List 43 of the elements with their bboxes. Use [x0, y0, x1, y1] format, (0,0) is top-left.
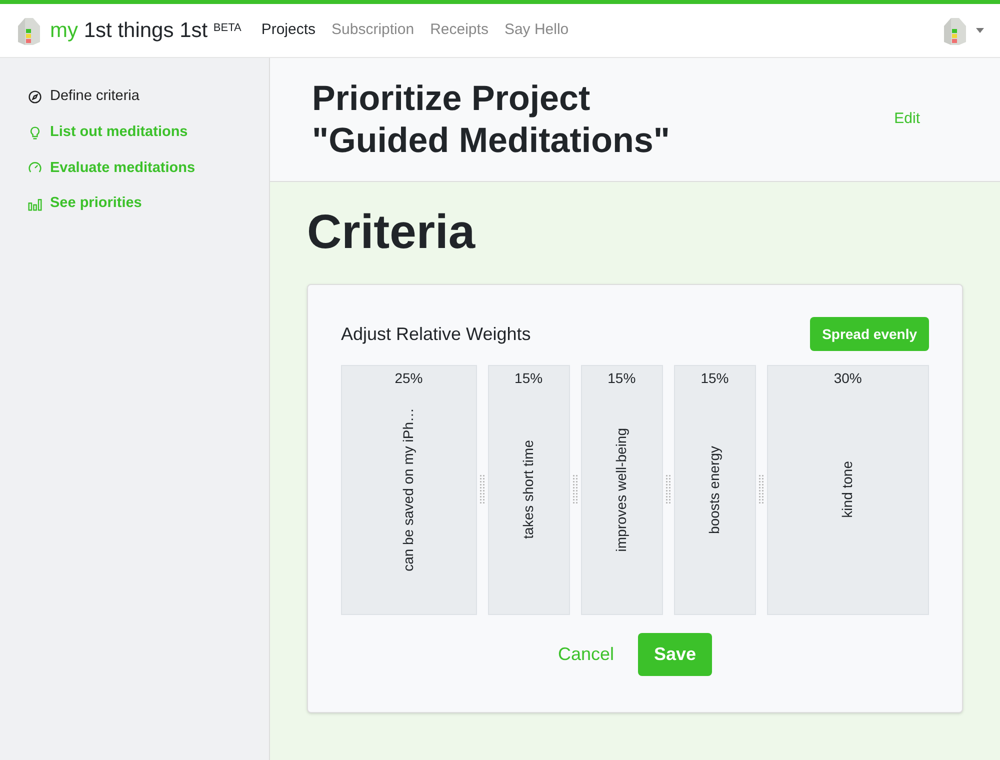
save-button[interactable]: Save — [638, 633, 712, 676]
weight-percent: 30% — [834, 369, 862, 388]
gauge-icon — [28, 161, 42, 176]
account-menu[interactable] — [942, 16, 984, 46]
compass-icon — [28, 90, 42, 104]
drag-handle-icon[interactable] — [666, 475, 671, 505]
weight-column[interactable]: 25% can be saved on my iPh… — [341, 365, 476, 615]
weight-percent: 15% — [700, 369, 729, 388]
project-title: Prioritize Project "Guided Meditations" — [312, 78, 670, 162]
criterion-label: kind tone — [838, 461, 856, 518]
lightbulb-icon — [28, 126, 42, 140]
weight-percent: 25% — [394, 369, 423, 388]
sidebar-item[interactable]: Evaluate meditations — [28, 158, 269, 180]
nav-link[interactable]: Receipts — [430, 19, 488, 42]
avatar-icon — [942, 16, 968, 46]
card-title: Adjust Relative Weights — [341, 322, 531, 346]
criterion-label: can be saved on my iPh… — [399, 408, 418, 572]
house-logo-icon — [16, 16, 42, 46]
criterion-label: takes short time — [519, 440, 538, 539]
criterion-label: improves well-being — [612, 428, 630, 552]
edit-link[interactable]: Edit — [894, 108, 920, 131]
nav-link[interactable]: Say Hello — [504, 19, 569, 42]
drag-handle-icon[interactable] — [572, 475, 578, 505]
bar-chart-icon — [28, 197, 42, 212]
sidebar-item[interactable]: See priorities — [28, 193, 269, 215]
spread-evenly-button[interactable]: Spread evenly — [810, 317, 929, 351]
weight-column[interactable]: 15% takes short time — [488, 365, 570, 615]
caret-icon — [976, 28, 984, 33]
nav-link[interactable]: Projects — [261, 19, 316, 42]
brand-name[interactable]: my 1st things 1st $^{BETA}$ — [50, 14, 242, 46]
criterion-label: boosts energy — [705, 446, 724, 534]
sidebar-item[interactable]: Define criteria — [28, 86, 269, 108]
weight-percent: 15% — [514, 369, 543, 388]
section-title: Criteria — [307, 205, 476, 261]
weight-percent: 15% — [608, 369, 636, 388]
weight-column[interactable]: 15% boosts energy — [674, 365, 756, 615]
weight-column[interactable]: 30% kind tone — [766, 365, 929, 615]
drag-handle-icon[interactable] — [758, 475, 764, 505]
cancel-link[interactable]: Cancel — [558, 641, 614, 668]
weight-column[interactable]: 15% improves well-being — [580, 365, 663, 615]
nav-link[interactable]: Subscription — [332, 19, 414, 42]
drag-handle-icon[interactable] — [480, 475, 484, 505]
sidebar-item[interactable]: List out meditations — [28, 122, 269, 144]
